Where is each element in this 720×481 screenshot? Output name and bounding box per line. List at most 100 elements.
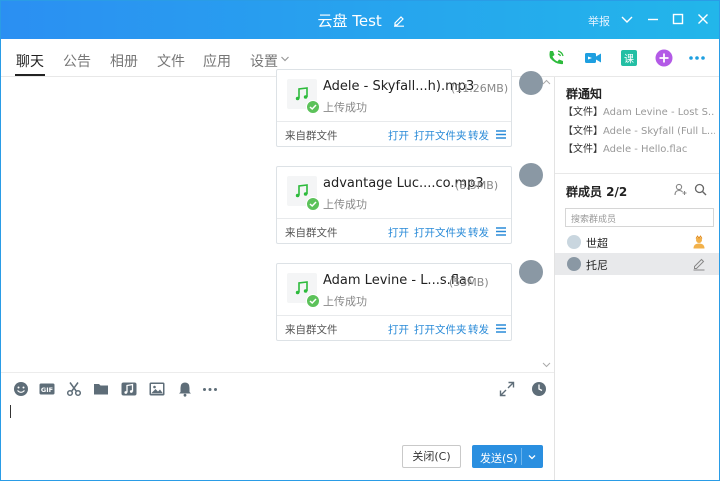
search-icon[interactable] xyxy=(694,183,707,196)
report-link[interactable]: 举报 xyxy=(588,13,610,29)
more-dots-icon[interactable] xyxy=(202,381,218,397)
minimize-icon[interactable] xyxy=(645,11,661,27)
notice-tag: 【文件】 xyxy=(563,107,603,118)
close-button[interactable]: 关闭(C) xyxy=(402,445,461,468)
more-icon[interactable] xyxy=(687,48,707,68)
open-link[interactable]: 打开 xyxy=(388,322,409,337)
menu-icon[interactable] xyxy=(496,130,506,139)
scroll-down-icon[interactable] xyxy=(542,362,551,368)
open-link[interactable]: 打开 xyxy=(388,225,409,240)
avatar xyxy=(567,235,581,249)
svg-text:GIF: GIF xyxy=(41,386,53,394)
compose-toolbar: GIF xyxy=(1,372,554,404)
send-label: 发送(S) xyxy=(480,452,518,465)
group-notice-title: 群通知 xyxy=(566,87,603,101)
folder-icon[interactable] xyxy=(93,381,109,397)
music-note-icon[interactable] xyxy=(121,381,137,397)
scroll-up-icon[interactable] xyxy=(542,79,551,85)
emoji-icon[interactable] xyxy=(13,381,29,397)
avatar[interactable] xyxy=(519,71,543,95)
music-note-icon xyxy=(295,87,308,101)
upload-success-icon xyxy=(306,294,320,308)
add-member-icon[interactable] xyxy=(674,183,687,196)
open-link[interactable]: 打开 xyxy=(388,128,409,143)
video-call-icon[interactable] xyxy=(583,48,603,68)
window-title: 云盘 Test xyxy=(317,12,382,30)
tab-apps[interactable]: 应用 xyxy=(203,51,231,71)
bell-icon[interactable] xyxy=(177,381,193,397)
divider xyxy=(555,173,719,174)
members-title: 群成员 2/2 xyxy=(566,185,628,199)
message-input[interactable]: 关闭(C) 发送(S) xyxy=(1,404,554,480)
notice-tag: 【文件】 xyxy=(563,144,603,155)
card-footer: 来自群文件 打开 打开文件夹 转发 xyxy=(277,315,511,341)
avatar[interactable] xyxy=(519,260,543,284)
member-search-input[interactable]: 搜索群成员 xyxy=(565,208,714,227)
file-source: 来自群文件 xyxy=(285,227,338,239)
maximize-icon[interactable] xyxy=(670,11,686,27)
tab-files[interactable]: 文件 xyxy=(157,51,185,71)
classroom-icon[interactable]: 课 xyxy=(619,48,639,68)
music-note-icon xyxy=(295,184,308,198)
notice-text: Adele - Skyfall (Full L... xyxy=(603,126,715,137)
image-icon[interactable] xyxy=(149,381,165,397)
open-folder-link[interactable]: 打开文件夹 xyxy=(414,322,467,337)
phone-call-icon[interactable] xyxy=(546,48,566,68)
upload-success-icon xyxy=(306,100,320,114)
forward-link[interactable]: 转发 xyxy=(468,322,489,337)
notice-item[interactable]: 【文件】Adam Levine - Lost S... xyxy=(563,103,715,118)
upload-status: 上传成功 xyxy=(323,198,367,211)
notice-item[interactable]: 【文件】Adele - Hello.flac xyxy=(563,140,715,155)
music-note-icon xyxy=(295,281,308,295)
window-title-wrap: 云盘 Test xyxy=(1,10,719,31)
send-button[interactable]: 发送(S) xyxy=(472,445,543,468)
avatar xyxy=(567,257,581,271)
gif-icon[interactable]: GIF xyxy=(39,381,55,397)
tab-chat[interactable]: 聊天 xyxy=(16,51,44,71)
group-side-panel: 群通知 【文件】Adam Levine - Lost S... 【文件】Adel… xyxy=(554,77,719,480)
app-window: 云盘 Test 举报 聊天 公告 相册 文件 应用 设置 课 Adele - S… xyxy=(0,0,720,481)
forward-link[interactable]: 转发 xyxy=(468,225,489,240)
file-size: (53MB) xyxy=(449,276,489,289)
owner-icon xyxy=(693,235,705,249)
avatar[interactable] xyxy=(519,163,543,187)
member-item[interactable]: 世超 xyxy=(555,231,719,253)
menu-icon[interactable] xyxy=(496,227,506,236)
member-name: 托尼 xyxy=(586,259,608,272)
svg-text:课: 课 xyxy=(624,54,634,66)
divider xyxy=(521,448,522,465)
edit-icon[interactable] xyxy=(692,257,706,271)
add-app-icon[interactable] xyxy=(654,48,674,68)
edit-title-icon[interactable] xyxy=(393,15,405,27)
file-message-card[interactable]: advantage Luc....co.mp3 (8.5MB) 上传成功 来自群… xyxy=(276,166,512,244)
expand-icon[interactable] xyxy=(499,381,515,397)
history-clock-icon[interactable] xyxy=(531,381,547,397)
notice-text: Adam Levine - Lost S... xyxy=(603,107,715,118)
upload-success-icon xyxy=(306,197,320,211)
scissors-icon[interactable] xyxy=(66,381,82,397)
upload-status: 上传成功 xyxy=(323,295,367,308)
menu-icon[interactable] xyxy=(496,324,506,333)
open-folder-link[interactable]: 打开文件夹 xyxy=(414,128,467,143)
member-item[interactable]: 托尼 xyxy=(555,253,719,275)
chat-area[interactable]: Adele - Skyfall...h).mp3 (11.26MB) 上传成功 … xyxy=(1,69,554,372)
settings-chevron-icon[interactable] xyxy=(280,54,290,64)
file-message-card[interactable]: Adam Levine - L...s.flac (53MB) 上传成功 来自群… xyxy=(276,263,512,341)
tab-album[interactable]: 相册 xyxy=(110,51,138,71)
upload-status: 上传成功 xyxy=(323,101,367,114)
notice-item[interactable]: 【文件】Adele - Skyfall (Full L... xyxy=(563,122,715,137)
tab-settings[interactable]: 设置 xyxy=(250,51,278,71)
close-icon[interactable] xyxy=(695,11,711,27)
send-options-chevron-icon[interactable] xyxy=(527,452,537,462)
file-message-card[interactable]: Adele - Skyfall...h).mp3 (11.26MB) 上传成功 … xyxy=(276,69,512,147)
forward-link[interactable]: 转发 xyxy=(468,128,489,143)
open-folder-link[interactable]: 打开文件夹 xyxy=(414,225,467,240)
text-caret xyxy=(10,405,11,418)
chevron-down-icon[interactable] xyxy=(619,11,635,27)
notice-tag: 【文件】 xyxy=(563,126,603,137)
file-size: (11.26MB) xyxy=(451,82,509,95)
tab-announcement[interactable]: 公告 xyxy=(63,51,91,71)
title-bar: 云盘 Test 举报 xyxy=(1,1,719,39)
active-tab-indicator xyxy=(15,74,45,76)
card-footer: 来自群文件 打开 打开文件夹 转发 xyxy=(277,121,511,147)
